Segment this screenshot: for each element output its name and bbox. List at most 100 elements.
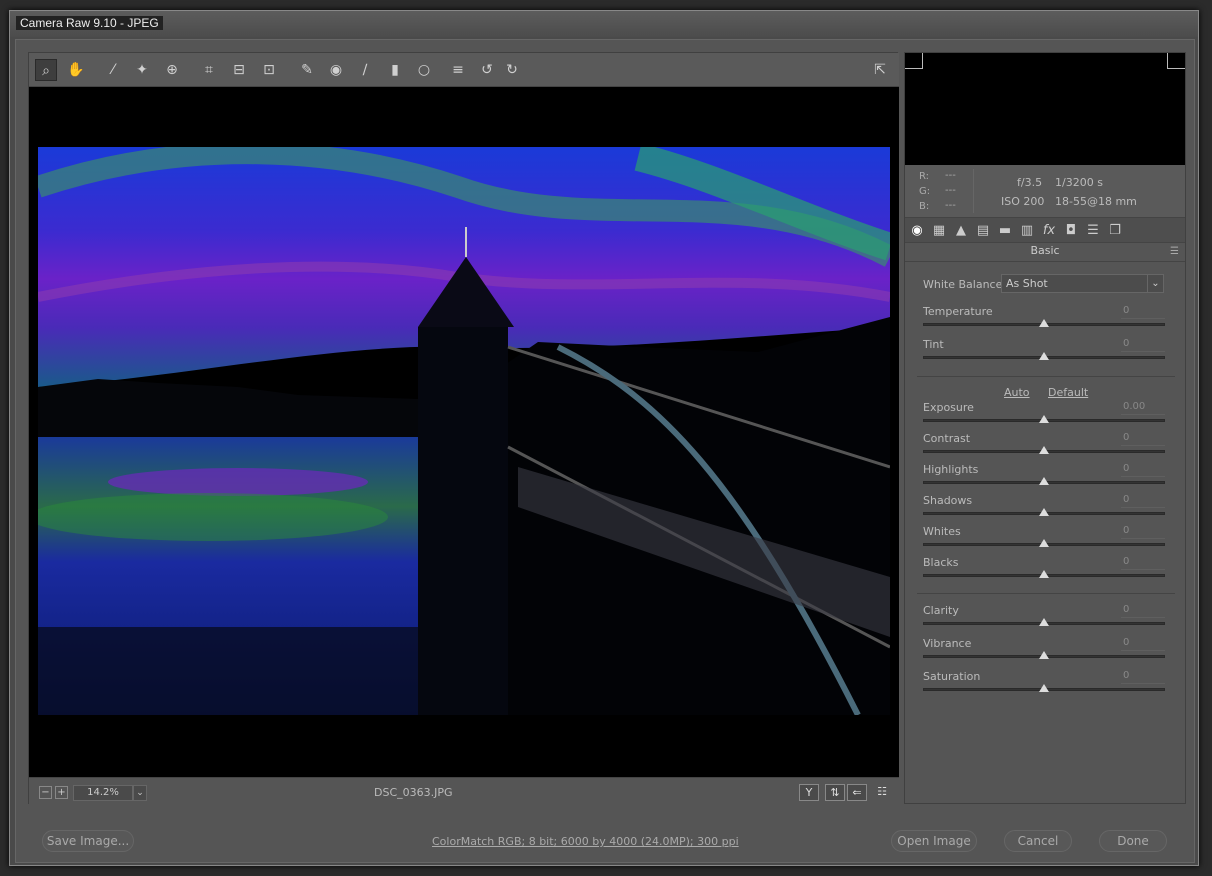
shadows-value[interactable]: 0 <box>1121 494 1165 508</box>
tab-effects[interactable]: fx <box>1039 221 1059 241</box>
blacks-slider[interactable]: Blacks 0 <box>923 556 1165 586</box>
brush-icon: ∕ <box>362 62 368 78</box>
g-label: G: <box>919 186 931 197</box>
preferences-tool[interactable]: ≡ <box>447 59 469 81</box>
graduated-filter-tool[interactable]: ▮ <box>384 59 406 81</box>
split-toning-icon: ▬ <box>998 223 1012 238</box>
tint-slider[interactable]: Tint 0 <box>923 338 1165 368</box>
zoom-out-button[interactable]: − <box>39 786 52 799</box>
tab-lens[interactable]: ▥ <box>1017 221 1037 241</box>
straighten-tool[interactable]: ⊟ <box>228 59 250 81</box>
transform-icon: ⊡ <box>263 62 275 78</box>
magnifier-icon: ⌕ <box>42 63 50 79</box>
tab-presets[interactable]: ☰ <box>1083 221 1103 241</box>
save-image-button[interactable]: Save Image... <box>42 830 134 852</box>
default-button[interactable]: Default <box>1048 386 1088 399</box>
vibrance-slider[interactable]: Vibrance 0 <box>923 637 1165 667</box>
whites-thumb[interactable] <box>1039 539 1049 547</box>
highlights-slider[interactable]: Highlights 0 <box>923 463 1165 493</box>
done-button[interactable]: Done <box>1099 830 1167 852</box>
exposure-slider[interactable]: Exposure 0.00 <box>923 401 1165 431</box>
spot-removal-tool[interactable]: ✎ <box>296 59 318 81</box>
rotate-right-tool[interactable]: ↻ <box>501 59 523 81</box>
shadows-slider[interactable]: Shadows 0 <box>923 494 1165 524</box>
auto-button[interactable]: Auto <box>1004 386 1030 399</box>
transform-tool[interactable]: ⊡ <box>258 59 280 81</box>
saturation-thumb[interactable] <box>1039 684 1049 692</box>
eyedropper-icon: ⁄ <box>111 62 115 78</box>
swap-before-after-button[interactable]: ⇅ <box>825 784 845 801</box>
blacks-value[interactable]: 0 <box>1121 556 1165 570</box>
whites-slider[interactable]: Whites 0 <box>923 525 1165 555</box>
detail-icon: ▲ <box>956 223 966 238</box>
exposure-value[interactable]: 0.00 <box>1121 401 1165 415</box>
menu-icon: ☰ <box>1170 246 1179 257</box>
clarity-value[interactable]: 0 <box>1121 604 1165 618</box>
image-canvas[interactable] <box>29 87 899 777</box>
panel-menu-button[interactable]: ☰ <box>1170 246 1179 257</box>
zoom-tool[interactable]: ⌕ <box>35 59 57 81</box>
white-balance-select[interactable]: As Shot ⌄ <box>1001 274 1164 293</box>
crop-tool[interactable]: ⌗ <box>198 59 220 81</box>
highlights-value[interactable]: 0 <box>1121 463 1165 477</box>
snapshots-icon: ❐ <box>1109 223 1121 238</box>
tab-detail[interactable]: ▲ <box>951 221 971 241</box>
r-label: R: <box>919 171 930 182</box>
highlights-thumb[interactable] <box>1039 477 1049 485</box>
fullscreen-toggle[interactable]: ⇱ <box>869 59 891 81</box>
b-value: --- <box>945 200 956 211</box>
color-sampler-tool[interactable]: ✦ <box>131 59 153 81</box>
contrast-thumb[interactable] <box>1039 446 1049 454</box>
contrast-value[interactable]: 0 <box>1121 432 1165 446</box>
open-image-button[interactable]: Open Image <box>891 830 977 852</box>
tab-split-toning[interactable]: ▬ <box>995 221 1015 241</box>
vibrance-value[interactable]: 0 <box>1121 637 1165 651</box>
hsl-icon: ▤ <box>976 223 990 238</box>
temperature-thumb[interactable] <box>1039 319 1049 327</box>
red-eye-tool[interactable]: ◉ <box>325 59 347 81</box>
tab-snapshots[interactable]: ❐ <box>1105 221 1125 241</box>
tint-value[interactable]: 0 <box>1121 338 1165 352</box>
vibrance-thumb[interactable] <box>1039 651 1049 659</box>
adjustment-brush-tool[interactable]: ∕ <box>354 59 376 81</box>
section-divider <box>917 376 1175 377</box>
zoom-level-field[interactable]: 14.2% <box>73 785 133 801</box>
workflow-options-link[interactable]: ColorMatch RGB; 8 bit; 6000 by 4000 (24.… <box>432 835 739 848</box>
copy-settings-button[interactable]: ⇐ <box>847 784 867 801</box>
whites-value[interactable]: 0 <box>1121 525 1165 539</box>
saturation-slider[interactable]: Saturation 0 <box>923 670 1165 700</box>
tab-basic[interactable]: ◉ <box>907 221 927 241</box>
radial-filter-tool[interactable]: ○ <box>413 59 435 81</box>
zoom-dropdown-button[interactable]: ⌄ <box>133 785 147 801</box>
exposure-thumb[interactable] <box>1039 415 1049 423</box>
saturation-value[interactable]: 0 <box>1121 670 1165 684</box>
hand-tool[interactable]: ✋ <box>65 59 87 81</box>
tab-hsl[interactable]: ▤ <box>973 221 993 241</box>
highlight-clipping-warning[interactable] <box>1167 53 1185 69</box>
tab-tone-curve[interactable]: ▦ <box>929 221 949 241</box>
zoom-in-button[interactable]: + <box>55 786 68 799</box>
title-bar[interactable]: Camera Raw 9.10 - JPEG <box>10 11 1198 37</box>
saturation-label: Saturation <box>923 670 981 683</box>
shadow-clipping-warning[interactable] <box>905 53 923 69</box>
clarity-slider[interactable]: Clarity 0 <box>923 604 1165 634</box>
contrast-slider[interactable]: Contrast 0 <box>923 432 1165 462</box>
temperature-slider[interactable]: Temperature 0 <box>923 305 1165 335</box>
before-after-view-button[interactable]: Y <box>799 784 819 801</box>
white-balance-tool[interactable]: ⁄ <box>102 59 124 81</box>
targeted-adjustment-tool[interactable]: ⊕ <box>161 59 183 81</box>
arrow-left-icon: ⇐ <box>852 786 862 799</box>
tab-camera-calibration[interactable]: ◘ <box>1061 221 1081 241</box>
temperature-value[interactable]: 0 <box>1121 305 1165 319</box>
chevron-down-icon: ⌄ <box>1147 275 1163 292</box>
panel-divider <box>905 261 1185 262</box>
dialog-body: ⌕ ✋ ⁄ ✦ ⊕ ⌗ ⊟ ⊡ ✎ ◉ ∕ ▮ ○ ≡ ↺ ↻ ⇱ − + 14… <box>15 39 1195 863</box>
cancel-button[interactable]: Cancel <box>1004 830 1072 852</box>
view-settings-button[interactable]: ☷ <box>872 784 892 801</box>
blacks-thumb[interactable] <box>1039 570 1049 578</box>
vibrance-label: Vibrance <box>923 637 972 650</box>
shadows-thumb[interactable] <box>1039 508 1049 516</box>
tint-thumb[interactable] <box>1039 352 1049 360</box>
clarity-thumb[interactable] <box>1039 618 1049 626</box>
rotate-left-tool[interactable]: ↺ <box>476 59 498 81</box>
